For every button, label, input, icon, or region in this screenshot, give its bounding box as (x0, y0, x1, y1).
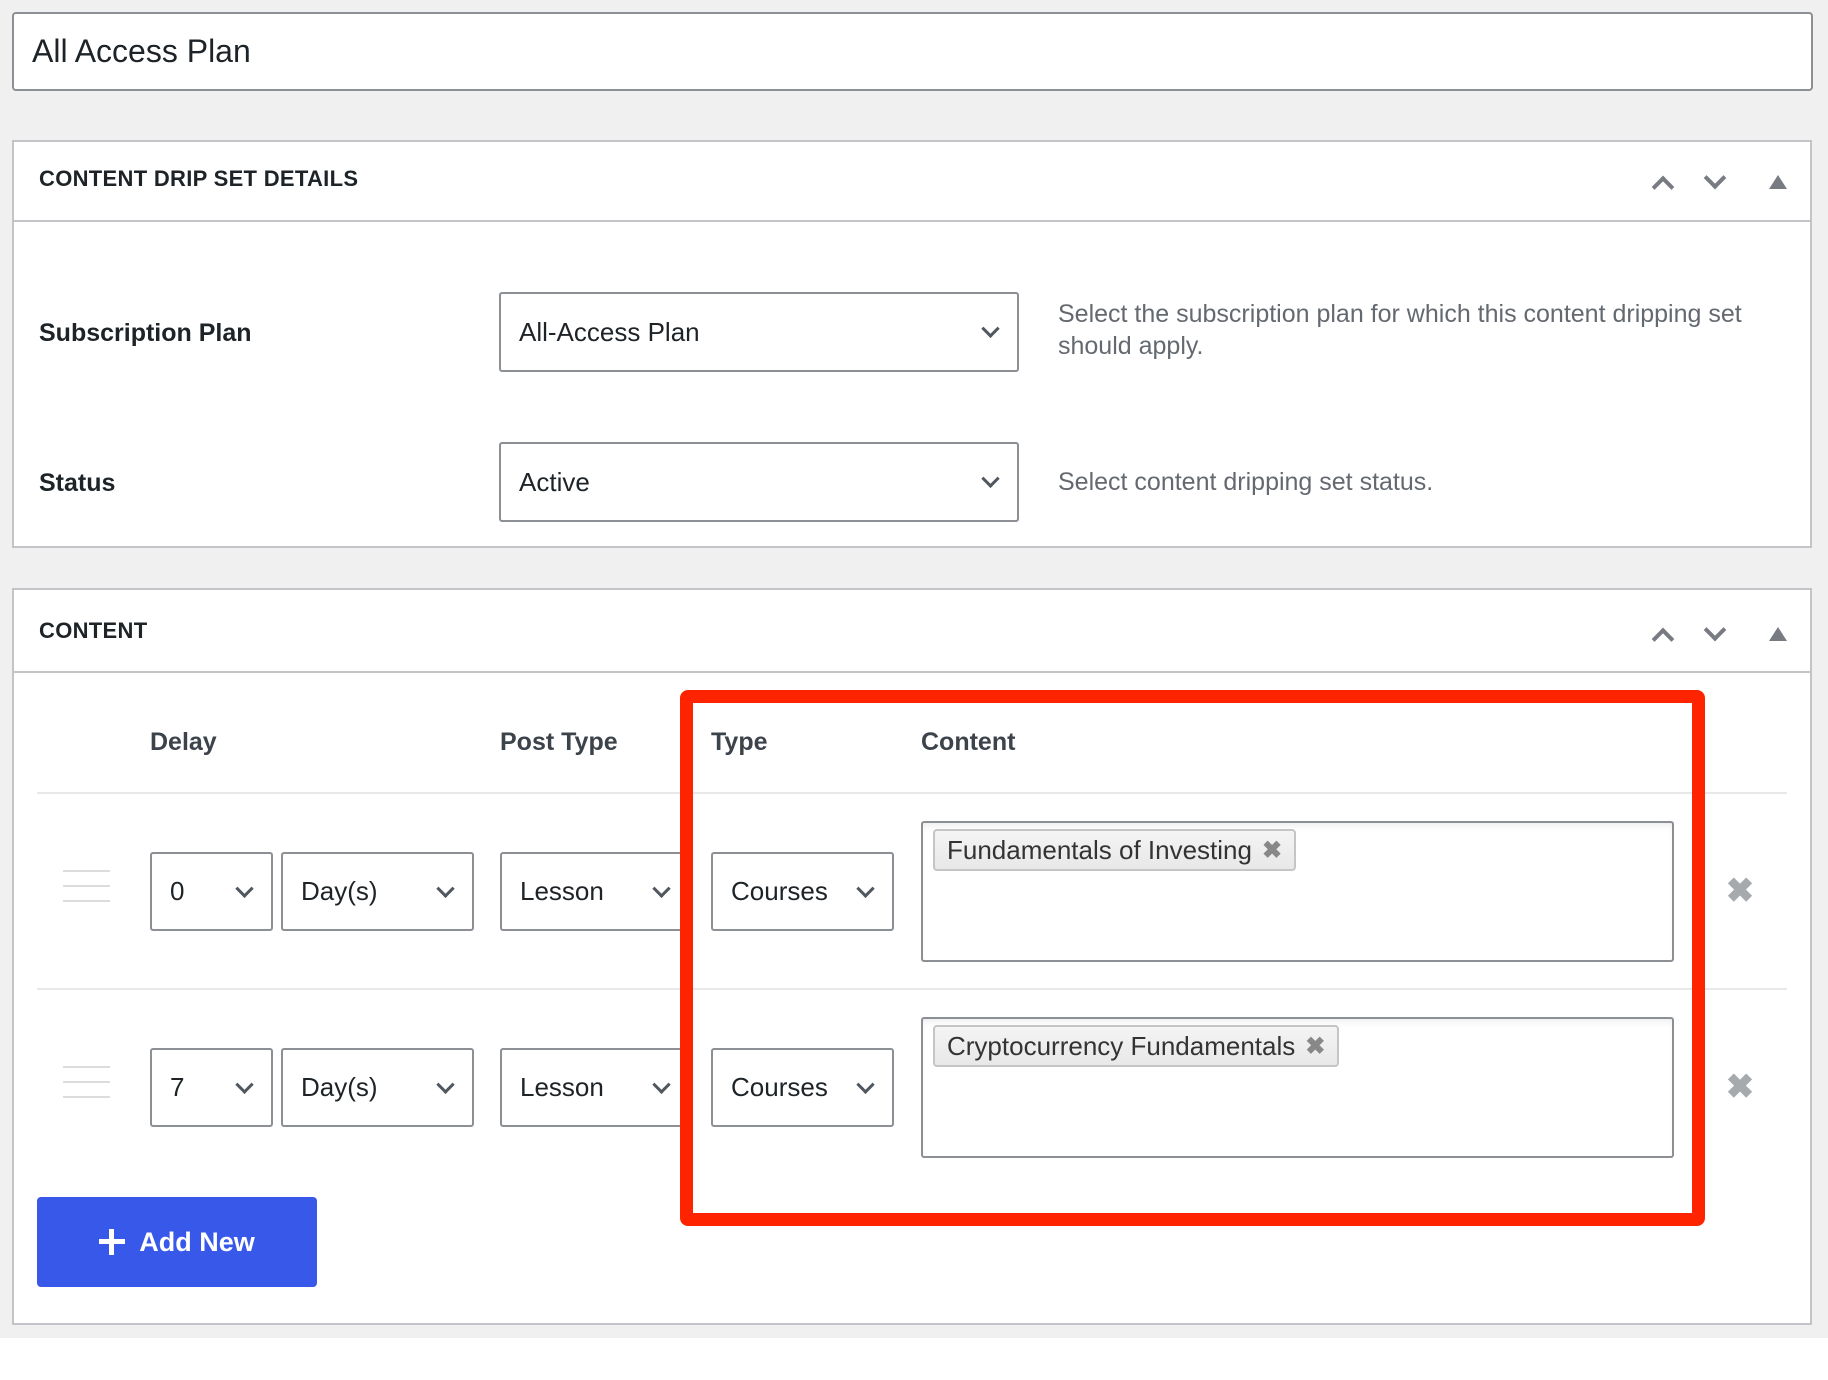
delay-unit-value: Day(s) (301, 1072, 378, 1102)
tag-remove-icon[interactable]: ✖ (1305, 1032, 1325, 1061)
subscription-plan-value: All-Access Plan (519, 316, 700, 347)
row-divider (37, 988, 1787, 990)
chevron-down-icon (652, 879, 671, 898)
chevron-down-icon (856, 879, 875, 898)
status-label: Status (39, 469, 116, 497)
type-value: Courses (731, 876, 828, 906)
subscription-plan-label: Subscription Plan (39, 319, 252, 347)
move-up-button[interactable] (1646, 617, 1680, 651)
drag-handle[interactable] (63, 870, 110, 902)
post-type-value: Lesson (520, 876, 604, 906)
content-tag-label: Fundamentals of Investing (947, 834, 1252, 865)
panel-header: CONTENT (14, 590, 1810, 673)
drag-line (63, 885, 110, 887)
content-drip-set-details-panel: CONTENT DRIP SET DETAILS Subscription Pl… (12, 140, 1812, 548)
drag-line (63, 1081, 110, 1083)
move-up-button[interactable] (1646, 165, 1680, 199)
collapse-triangle-icon (1769, 175, 1787, 189)
chevron-down-icon (856, 1075, 875, 1094)
tag-remove-icon[interactable]: ✖ (1262, 836, 1282, 865)
column-header-type: Type (711, 728, 768, 756)
move-down-button[interactable] (1698, 165, 1732, 199)
column-header-content: Content (921, 728, 1016, 756)
chevron-up-icon (1651, 627, 1675, 651)
type-select[interactable]: Courses (711, 852, 894, 931)
content-tag: Fundamentals of Investing ✖ (933, 829, 1297, 871)
plan-title-input[interactable]: All Access Plan (12, 12, 1813, 91)
toggle-panel-button[interactable] (1761, 617, 1795, 651)
post-type-value: Lesson (520, 1072, 604, 1102)
chevron-down-icon (235, 1075, 254, 1094)
subscription-plan-help: Select the subscription plan for which t… (1058, 300, 1742, 360)
collapse-triangle-icon (1769, 627, 1787, 641)
delay-unit-value: Day(s) (301, 876, 378, 906)
chevron-down-icon (436, 1075, 455, 1094)
chevron-down-icon (1703, 166, 1727, 190)
chevron-down-icon (1703, 618, 1727, 642)
drag-line (63, 870, 110, 872)
panel-header: CONTENT DRIP SET DETAILS (14, 142, 1810, 222)
content-tag: Cryptocurrency Fundamentals ✖ (933, 1025, 1340, 1067)
delay-amount-value: 0 (170, 876, 185, 906)
delay-unit-select[interactable]: Day(s) (281, 852, 474, 931)
chevron-down-icon (436, 879, 455, 898)
status-help: Select content dripping set status. (1058, 468, 1434, 496)
chevron-down-icon (235, 879, 254, 898)
content-tag-label: Cryptocurrency Fundamentals (947, 1030, 1296, 1061)
status-select[interactable]: Active (499, 442, 1019, 522)
header-divider (37, 792, 1787, 794)
drag-line (63, 900, 110, 902)
chevron-down-icon (981, 469, 1000, 488)
drag-line (63, 1096, 110, 1098)
post-type-select[interactable]: Lesson (500, 852, 690, 931)
panel-title: CONTENT DRIP SET DETAILS (39, 166, 359, 191)
status-value: Active (519, 466, 590, 497)
panel-title: CONTENT (39, 618, 148, 643)
add-new-label: Add New (139, 1226, 255, 1257)
drag-handle[interactable] (63, 1066, 110, 1098)
chevron-up-icon (1651, 175, 1675, 199)
delay-amount-value: 7 (170, 1072, 185, 1102)
toggle-panel-button[interactable] (1761, 165, 1795, 199)
type-value: Courses (731, 1072, 828, 1102)
subscription-plan-select[interactable]: All-Access Plan (499, 292, 1019, 372)
delay-unit-select[interactable]: Day(s) (281, 1048, 474, 1127)
content-multiselect[interactable]: Cryptocurrency Fundamentals ✖ (921, 1017, 1674, 1158)
column-header-delay: Delay (150, 728, 217, 756)
plus-icon (99, 1229, 126, 1255)
post-type-select[interactable]: Lesson (500, 1048, 690, 1127)
delay-amount-select[interactable]: 7 (150, 1048, 273, 1127)
drag-line (63, 1066, 110, 1068)
add-new-button[interactable]: Add New (37, 1197, 317, 1287)
content-multiselect[interactable]: Fundamentals of Investing ✖ (921, 821, 1674, 962)
column-header-post-type: Post Type (500, 728, 618, 756)
chevron-down-icon (652, 1075, 671, 1094)
chevron-down-icon (981, 319, 1000, 338)
remove-row-button[interactable]: ✖ (1723, 1070, 1757, 1104)
type-select[interactable]: Courses (711, 1048, 894, 1127)
remove-row-button[interactable]: ✖ (1723, 874, 1757, 908)
move-down-button[interactable] (1698, 617, 1732, 651)
delay-amount-select[interactable]: 0 (150, 852, 273, 931)
